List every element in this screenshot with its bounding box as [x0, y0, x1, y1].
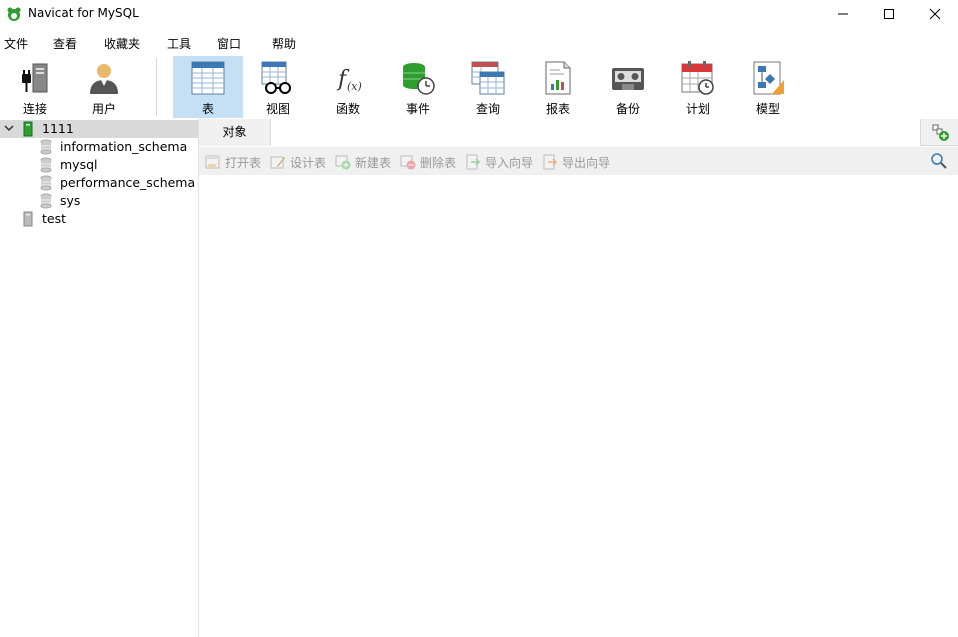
view-button[interactable]: 视图 [243, 56, 313, 118]
export-wizard-button[interactable]: 导出向导 [542, 153, 610, 171]
backup-button[interactable]: 备份 [593, 56, 663, 118]
tree-database-label: sys [60, 193, 81, 208]
chevron-down-icon[interactable] [3, 122, 15, 134]
svg-text:(x): (x) [347, 80, 362, 93]
table-icon [191, 61, 225, 95]
delete-table-icon [400, 155, 416, 170]
table-label: 表 [201, 102, 214, 116]
export-wizard-label: 导出向导 [562, 155, 611, 170]
database-icon [40, 175, 52, 191]
query-label: 查询 [475, 102, 500, 116]
new-table-button[interactable]: 新建表 [335, 153, 391, 171]
table-button[interactable]: 表 [173, 56, 243, 118]
connect-button[interactable]: 连接 [0, 56, 70, 118]
design-table-button[interactable]: 设计表 [270, 153, 326, 171]
event-label: 事件 [405, 102, 430, 116]
user-button[interactable]: 用户 [69, 56, 139, 118]
import-icon [466, 154, 481, 170]
model-label: 模型 [755, 102, 780, 116]
search-icon[interactable] [930, 152, 948, 170]
tree-connection-label: 1111 [42, 121, 74, 136]
navicat-logo-icon [7, 7, 21, 21]
function-fx-icon: f (x) [336, 67, 362, 93]
new-tab-icon[interactable] [932, 124, 950, 142]
schedule-label: 计划 [685, 102, 710, 116]
tree-connection-1111[interactable]: 1111 [0, 120, 198, 138]
database-icon [40, 139, 52, 155]
tree-database-label: information_schema [60, 139, 188, 154]
tree-connection-label: test [42, 211, 67, 226]
open-table-label: 打开表 [225, 155, 262, 170]
schedule-calendar-icon [681, 61, 714, 95]
user-label: 用户 [91, 102, 116, 116]
report-chart-icon [545, 61, 571, 95]
tree-connection-test[interactable]: test [0, 210, 198, 228]
menu-window[interactable]: 窗口 [217, 35, 241, 52]
main-toolbar: 连接 用户 表 视图 f (x) 函数 事件 查询 报表 备份 计划 模型 [0, 52, 958, 118]
import-wizard-label: 导入向导 [485, 155, 534, 170]
window-title: Navicat for MySQL [28, 6, 139, 20]
connection-plug-icon [22, 63, 48, 93]
new-table-icon [335, 155, 351, 170]
object-list-area[interactable] [199, 175, 958, 637]
delete-table-button[interactable]: 删除表 [400, 153, 456, 171]
event-button[interactable]: 事件 [383, 56, 453, 118]
minimize-icon [838, 13, 848, 15]
tree-database-item[interactable]: mysql [0, 156, 198, 174]
query-icon [471, 61, 505, 95]
menu-favorites[interactable]: 收藏夹 [104, 35, 140, 52]
database-icon [40, 193, 52, 209]
model-button[interactable]: 模型 [733, 56, 803, 118]
toolbar-separator [156, 58, 157, 116]
event-clock-icon [403, 63, 435, 95]
design-table-label: 设计表 [290, 155, 327, 170]
report-button[interactable]: 报表 [523, 56, 593, 118]
tree-database-item[interactable]: information_schema [0, 138, 198, 156]
new-table-label: 新建表 [355, 155, 392, 170]
tab-strip-empty [271, 119, 921, 146]
menu-tools[interactable]: 工具 [167, 35, 191, 52]
connection-tree: 1111 information_schema mysql performanc… [0, 119, 199, 637]
design-table-icon [270, 156, 285, 169]
database-icon [40, 157, 52, 173]
menu-view[interactable]: 查看 [53, 35, 77, 52]
view-glasses-icon [261, 61, 291, 94]
close-icon [929, 8, 941, 20]
title-bar: Navicat for MySQL [0, 0, 958, 28]
connection-server-icon [23, 121, 33, 137]
minimize-button[interactable] [820, 0, 866, 28]
tree-database-label: mysql [60, 157, 98, 172]
open-table-icon [205, 155, 220, 169]
object-toolbar: 打开表 设计表 新建表 删除表 导入向导 导出向导 [199, 147, 958, 175]
tree-database-item[interactable]: performance_schema [0, 174, 198, 192]
delete-table-label: 删除表 [420, 155, 457, 170]
connect-label: 连接 [22, 102, 47, 116]
maximize-button[interactable] [866, 0, 912, 28]
menu-bar: 文件 查看 收藏夹 工具 窗口 帮助 [0, 32, 958, 52]
menu-file[interactable]: 文件 [4, 35, 28, 52]
menu-help[interactable]: 帮助 [272, 35, 296, 52]
tab-bar: 对象 [199, 119, 958, 146]
tree-database-label: performance_schema [60, 175, 196, 190]
function-button[interactable]: f (x) 函数 [313, 56, 383, 118]
connection-server-icon [23, 211, 33, 227]
query-button[interactable]: 查询 [453, 56, 523, 118]
tree-database-item[interactable]: sys [0, 192, 198, 210]
export-icon [543, 154, 558, 170]
backup-label: 备份 [615, 102, 640, 116]
tab-objects[interactable]: 对象 [199, 119, 271, 146]
model-diagram-icon [753, 61, 784, 95]
function-label: 函数 [335, 102, 360, 116]
close-button[interactable] [912, 0, 958, 28]
backup-tape-icon [612, 68, 644, 90]
maximize-icon [884, 9, 894, 19]
report-label: 报表 [545, 102, 570, 116]
open-table-button[interactable]: 打开表 [205, 153, 261, 171]
main-panel: 对象 打开表 设计表 新建表 删除表 导入向导 导出向导 [199, 119, 958, 637]
user-icon [90, 64, 118, 94]
schedule-button[interactable]: 计划 [663, 56, 733, 118]
view-label: 视图 [265, 102, 290, 116]
import-wizard-button[interactable]: 导入向导 [465, 153, 533, 171]
